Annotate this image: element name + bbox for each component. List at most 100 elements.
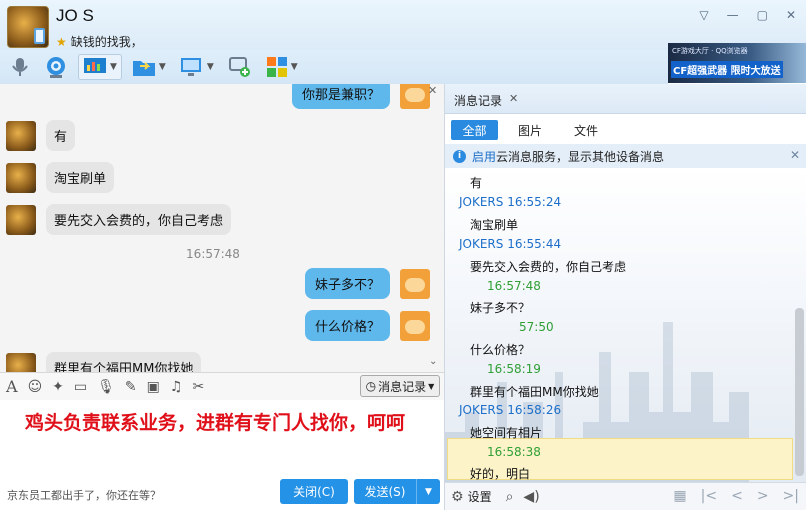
- history-message[interactable]: 好的，明白: [470, 465, 530, 482]
- close-button[interactable]: 关闭(C): [280, 479, 348, 504]
- gear-icon[interactable]: ⚙: [451, 489, 464, 505]
- close-notice-icon[interactable]: ✕: [790, 148, 800, 162]
- tab-images[interactable]: 图片: [509, 120, 551, 140]
- chevron-down-icon[interactable]: ▼: [207, 62, 214, 72]
- screen-share-icon: [84, 58, 106, 73]
- tab-files[interactable]: 文件: [565, 120, 607, 140]
- create-discussion-button[interactable]: [224, 54, 256, 80]
- send-button[interactable]: 发送(S) ▼: [354, 479, 440, 504]
- enable-cloud-link[interactable]: 启用: [472, 148, 496, 165]
- contact-avatar-small[interactable]: [6, 352, 36, 372]
- voice-call-button[interactable]: [6, 54, 34, 80]
- history-scrollbar[interactable]: [795, 308, 804, 476]
- next-page-icon[interactable]: >: [757, 488, 769, 504]
- history-message[interactable]: 她空间有相片: [470, 424, 542, 441]
- send-button-label[interactable]: 发送(S): [354, 483, 416, 500]
- remote-desktop-button[interactable]: ▼: [78, 54, 122, 80]
- history-list[interactable]: 有 JOKERS 16:55:24 淘宝刷单 JOKERS 16:55:44 要…: [445, 168, 806, 482]
- my-avatar[interactable]: [400, 310, 430, 341]
- my-avatar[interactable]: [400, 84, 430, 109]
- chevron-down-icon[interactable]: ▼: [159, 62, 166, 72]
- history-sender: JOKERS 16:58:26: [459, 403, 562, 417]
- contact-avatar-small[interactable]: [6, 204, 36, 235]
- notice-text: 云消息服务，显示其他设备消息: [496, 149, 665, 164]
- shake-window-icon[interactable]: ▭: [74, 379, 87, 395]
- magic-emoji-icon[interactable]: ✦: [52, 379, 64, 395]
- tab-all[interactable]: 全部: [451, 120, 498, 140]
- share-screen-button[interactable]: ▼: [176, 54, 218, 80]
- close-history-icon[interactable]: ✕: [509, 92, 518, 105]
- send-options-chevron-icon[interactable]: ▼: [416, 479, 440, 504]
- contact-signature: ★ 缺钱的找我，: [56, 33, 143, 50]
- history-message[interactable]: 要先交入会费的，你自己考虑: [470, 258, 626, 275]
- history-message[interactable]: 有: [470, 174, 482, 191]
- emoji-icon[interactable]: ☺: [28, 379, 43, 395]
- font-icon[interactable]: A: [6, 377, 18, 396]
- microphone-icon: [12, 58, 28, 76]
- webcam-icon: [47, 57, 65, 78]
- history-panel-header: 消息记录 ✕: [445, 84, 806, 114]
- chevron-down-icon[interactable]: ▼: [110, 62, 117, 72]
- footer-ad-link[interactable]: 京东员工都出手了，你还在等？: [7, 487, 161, 503]
- history-message[interactable]: 妹子多不？: [470, 299, 530, 316]
- settings-label[interactable]: 设置: [468, 488, 492, 505]
- message-input[interactable]: 鸡头负责联系业务，进群有专门人找你，呵呵: [0, 400, 444, 474]
- minimize-icon[interactable]: —: [727, 8, 739, 22]
- chevron-down-icon[interactable]: ▼: [428, 382, 434, 391]
- history-footer: ⚙ 设置 ⌕ ◀) ▦ |< < > >|: [445, 482, 806, 510]
- image-icon[interactable]: ▣: [147, 379, 160, 395]
- chevron-down-icon[interactable]: ▼: [291, 62, 298, 72]
- clock-icon: ◷: [365, 379, 377, 393]
- ad-banner-top: CF游戏大厅 · QQ浏览器: [672, 47, 748, 55]
- mobile-status-icon: [34, 28, 45, 44]
- close-window-icon[interactable]: ✕: [786, 8, 796, 22]
- history-sender-self: 16:58:38: [487, 445, 541, 459]
- last-page-icon[interactable]: >|: [783, 488, 799, 504]
- message-bubble[interactable]: 有: [46, 120, 76, 151]
- music-icon[interactable]: ♫: [170, 379, 183, 395]
- chat-message-area[interactable]: 你那是兼职？ 有 淘宝刷单 要先交入会费的，你自己考虑 16:57:48 妹子多…: [0, 84, 444, 372]
- apps-button[interactable]: ▼: [262, 54, 302, 80]
- collapse-top-icon[interactable]: ✕: [428, 84, 437, 97]
- message-bubble[interactable]: 要先交入会费的，你自己考虑: [46, 204, 232, 235]
- contact-name[interactable]: JO S: [56, 6, 94, 26]
- speaker-icon[interactable]: ◀): [523, 489, 539, 505]
- apps-grid-icon: [266, 57, 287, 77]
- history-message[interactable]: 群里有个福田MM你找她: [470, 383, 599, 400]
- video-call-button[interactable]: [40, 54, 72, 80]
- message-in: 群里有个福田MM你找她: [6, 352, 202, 372]
- message-bubble[interactable]: 淘宝刷单: [46, 162, 115, 193]
- add-chat-icon: [228, 57, 250, 77]
- first-page-icon[interactable]: |<: [701, 488, 717, 504]
- message-bubble[interactable]: 群里有个福田MM你找她: [46, 352, 202, 372]
- contact-avatar[interactable]: [7, 6, 49, 48]
- monitor-icon: [180, 58, 201, 76]
- message-bubble[interactable]: 什么价格？: [304, 310, 390, 341]
- screenshot-scissors-icon[interactable]: ✂: [192, 379, 204, 395]
- contact-avatar-small[interactable]: [6, 162, 36, 193]
- calendar-icon[interactable]: ▦: [673, 488, 686, 504]
- message-history-button[interactable]: ◷ 消息记录 ▼: [360, 375, 440, 397]
- history-message[interactable]: 什么价格？: [470, 341, 530, 358]
- contact-avatar-small[interactable]: [6, 120, 36, 151]
- message-in: 有: [6, 120, 76, 151]
- message-history-label: 消息记录: [378, 379, 427, 394]
- message-bubble[interactable]: 妹子多不？: [304, 268, 390, 299]
- my-avatar[interactable]: [400, 268, 430, 299]
- maximize-icon[interactable]: ▢: [757, 8, 768, 22]
- ad-banner-main: CF超强武器 限时大放送: [671, 61, 783, 78]
- prev-page-icon[interactable]: <: [731, 488, 743, 504]
- history-message[interactable]: 淘宝刷单: [470, 216, 518, 233]
- edit-icon[interactable]: ✎: [125, 379, 137, 395]
- send-file-button[interactable]: ▼: [128, 54, 170, 80]
- footer-bar: 京东员工都出手了，你还在等？ 关闭(C) 发送(S) ▼: [0, 474, 444, 510]
- voice-message-icon[interactable]: 🎙: [97, 379, 115, 395]
- ad-banner[interactable]: CF游戏大厅 · QQ浏览器 CF超强武器 限时大放送: [668, 43, 806, 83]
- cloud-sync-notice: i 启用 云消息服务，显示其他设备消息 ✕: [445, 144, 806, 168]
- search-icon[interactable]: ⌕: [506, 489, 514, 505]
- message-bubble[interactable]: 你那是兼职？: [291, 84, 390, 109]
- history-panel-title[interactable]: 消息记录: [454, 92, 502, 109]
- skin-menu-icon[interactable]: ▽: [699, 8, 708, 22]
- scroll-down-icon[interactable]: ⌄: [429, 356, 437, 367]
- message-out: 妹子多不？: [304, 268, 430, 299]
